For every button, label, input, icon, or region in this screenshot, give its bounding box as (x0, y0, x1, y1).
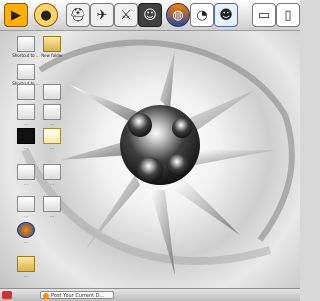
monitor-icon[interactable]: ▭ (252, 3, 276, 27)
desktop-icon-14[interactable]: ... (4, 222, 48, 244)
firefox-shortcut-icon (17, 222, 35, 238)
desktop-icon-label: ... (50, 181, 54, 186)
file-icon (43, 196, 61, 212)
desktop-icon-label: ... (24, 239, 28, 244)
desktop-icon-9[interactable]: ... (30, 128, 74, 150)
sword-icon[interactable]: ⚔ (114, 3, 138, 27)
portrait-icon[interactable]: ☺ (138, 3, 162, 27)
file-icon (43, 84, 61, 100)
desktop-icon-label: ... (50, 121, 54, 126)
desktop-icon-label: ... (24, 273, 28, 278)
desktop-icon-label: New folder (41, 53, 63, 58)
tablet-icon[interactable]: ▯ (276, 3, 300, 27)
taskbar-item[interactable]: Post Your Current D... (40, 291, 114, 299)
firefox-icon (43, 293, 49, 299)
play-icon[interactable]: ▶ (4, 3, 28, 27)
folder-icon (17, 256, 35, 272)
file-icon (43, 164, 61, 180)
file-icon (43, 104, 61, 120)
file-icon (17, 64, 35, 80)
desktop-icon-3[interactable]: Shortcut to ... (4, 64, 48, 86)
bird-icon[interactable]: ✈ (90, 3, 114, 27)
desktop-icon-13[interactable]: ... (30, 196, 74, 218)
messenger-icon[interactable]: ☻ (214, 3, 238, 27)
helmet-icon[interactable]: ⛑ (66, 3, 90, 27)
desktop-icon-label: ... (50, 145, 54, 150)
chart-icon[interactable]: ◔ (190, 3, 214, 27)
top-toolbar: ▶ ● ⛑ ✈ ⚔ ☺ ◍ ◔ ☻ ▭ ▯ (0, 0, 300, 31)
desktop-icon-label: ... (50, 213, 54, 218)
firefox-icon[interactable]: ◍ (166, 3, 190, 27)
document-icon (43, 128, 61, 144)
desktop-icon-11[interactable]: ... (30, 164, 74, 186)
desktop-icon-7[interactable]: ... (30, 104, 74, 126)
folder-icon (43, 36, 61, 52)
desktop-icon-2[interactable]: New folder (30, 36, 74, 58)
record-icon[interactable]: ● (34, 3, 58, 27)
taskbar-item-label: Post Your Current D... (51, 293, 105, 299)
start-button[interactable] (2, 291, 12, 299)
desktop-icon-5[interactable]: ... (30, 84, 74, 106)
taskbar: Post Your Current D... (0, 288, 300, 301)
desktop-icon-15[interactable]: ... (4, 256, 48, 278)
